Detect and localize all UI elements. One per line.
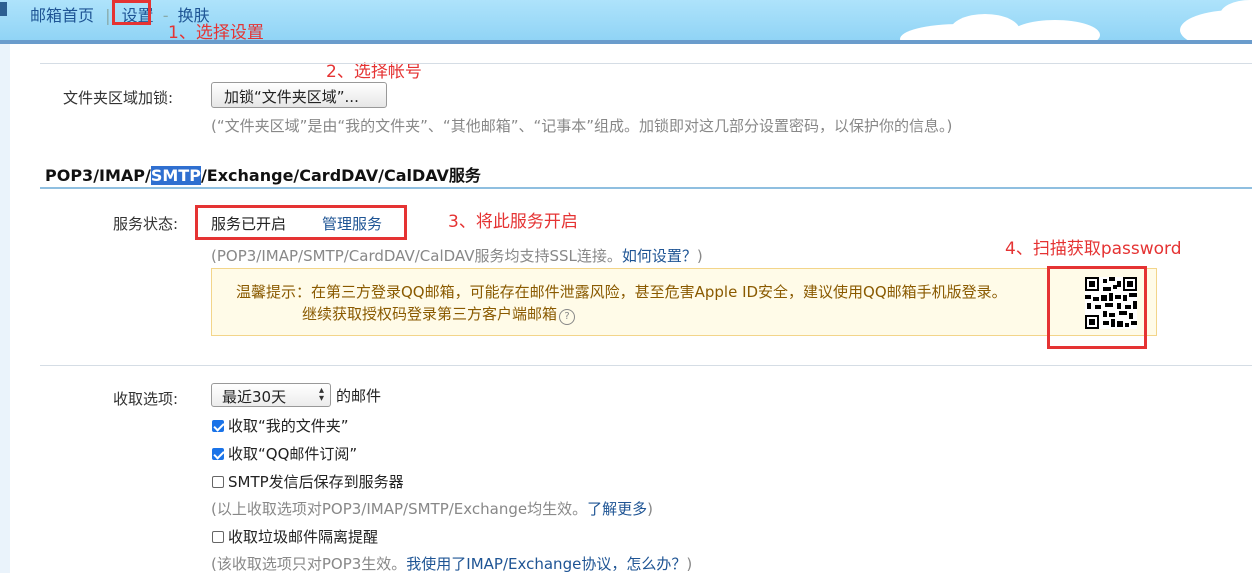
ssl-note: (POP3/IMAP/SMTP/CardDAV/CalDAV服务均支持SSL连接… xyxy=(211,245,703,266)
learn-more-link[interactable]: 了解更多 xyxy=(587,500,647,518)
annotation-box-settings xyxy=(112,0,151,25)
title-suffix: /Exchange/CardDAV/CalDAV服务 xyxy=(200,166,481,185)
tip-line2: 继续获取授权码登录第三方客户端邮箱? xyxy=(302,303,576,325)
left-edge xyxy=(0,44,10,573)
checkbox-spam-reminder[interactable] xyxy=(212,530,224,543)
option-my-folders[interactable]: 收取“我的文件夹” xyxy=(212,415,349,436)
annotation-step4: 4、扫描获取password xyxy=(1005,239,1182,259)
service-section-title: POP3/IMAP/SMTP/Exchange/CardDAV/CalDAV服务 xyxy=(45,162,481,186)
receive-note1-suffix: ) xyxy=(647,500,653,518)
option-qq-subscription[interactable]: 收取“QQ邮件订阅” xyxy=(212,443,357,464)
annotation-step2: 2、选择帐号 xyxy=(326,62,422,82)
select-arrows-icon: ▴ ▾ xyxy=(318,385,324,404)
option-spam-reminder[interactable]: 收取垃圾邮件隔离提醒 xyxy=(212,526,378,547)
option-my-folders-label: 收取“我的文件夹” xyxy=(228,417,349,435)
warning-tip-box: 温馨提示：在第三方登录QQ邮箱，可能存在邮件泄露风险，甚至危害Apple ID安… xyxy=(211,268,1157,336)
receive-note1-prefix: (以上收取选项对POP3/IMAP/SMTP/Exchange均生效。 xyxy=(211,500,588,518)
annotation-box-service xyxy=(195,205,407,240)
nav-home-link[interactable]: 邮箱首页 xyxy=(30,6,94,25)
folder-lock-label: 文件夹区域加锁: xyxy=(63,89,174,107)
folder-lock-button[interactable]: 加锁“文件夹区域”... xyxy=(211,82,387,108)
receive-note2-prefix: (该收取选项只对POP3生效。 xyxy=(211,555,407,573)
receive-range-select[interactable]: 最近30天 ▴ ▾ xyxy=(211,383,331,407)
receive-range-value: 最近30天 xyxy=(222,388,287,406)
logo-fragment xyxy=(0,2,7,16)
annotation-step1: 1、选择设置 xyxy=(168,23,264,43)
annotation-step3: 3、将此服务开启 xyxy=(448,212,578,232)
qr-code-icon xyxy=(1085,277,1137,329)
tip-line2-text: 继续获取授权码登录第三方客户端邮箱 xyxy=(302,305,558,323)
folder-lock-note: (“文件夹区域”是由“我的文件夹”、“其他邮箱”、“记事本”组成。加锁即对这几部… xyxy=(211,117,953,135)
checkbox-qq-subscription[interactable] xyxy=(212,447,224,460)
option-spam-reminder-label: 收取垃圾邮件隔离提醒 xyxy=(228,528,379,546)
title-highlight: SMTP xyxy=(150,166,201,185)
option-qq-subscription-label: 收取“QQ邮件订阅” xyxy=(228,445,358,463)
option-smtp-save-label: SMTP发信后保存到服务器 xyxy=(228,473,404,491)
help-icon[interactable]: ? xyxy=(559,309,576,325)
imap-help-link[interactable]: 我使用了IMAP/Exchange协议，怎么办？ xyxy=(406,555,686,573)
how-to-setup-link[interactable]: 如何设置？ xyxy=(622,247,697,265)
receive-note1: (以上收取选项对POP3/IMAP/SMTP/Exchange均生效。了解更多) xyxy=(211,498,653,519)
divider-middle xyxy=(40,365,1252,366)
service-status-label: 服务状态: xyxy=(113,215,179,233)
tip-line1: 温馨提示：在第三方登录QQ邮箱，可能存在邮件泄露风险，甚至危害Apple ID安… xyxy=(236,283,1007,301)
receive-note2-suffix: ) xyxy=(686,555,693,573)
receive-range-suffix: 的邮件 xyxy=(336,387,382,405)
ssl-note-prefix: (POP3/IMAP/SMTP/CardDAV/CalDAV服务均支持SSL连接… xyxy=(211,247,622,265)
divider-top xyxy=(40,63,1252,64)
receive-note2: (该收取选项只对POP3生效。我使用了IMAP/Exchange协议，怎么办？) xyxy=(211,553,692,574)
title-prefix: POP3/IMAP/ xyxy=(45,166,151,185)
nav-separator: | xyxy=(105,6,111,25)
checkbox-my-folders[interactable] xyxy=(212,419,224,432)
ssl-note-suffix: ) xyxy=(696,247,703,265)
option-smtp-save[interactable]: SMTP发信后保存到服务器 xyxy=(212,471,404,492)
receive-options-label: 收取选项: xyxy=(113,390,179,408)
section-underline xyxy=(40,187,1252,189)
checkbox-smtp-save[interactable] xyxy=(212,475,224,488)
